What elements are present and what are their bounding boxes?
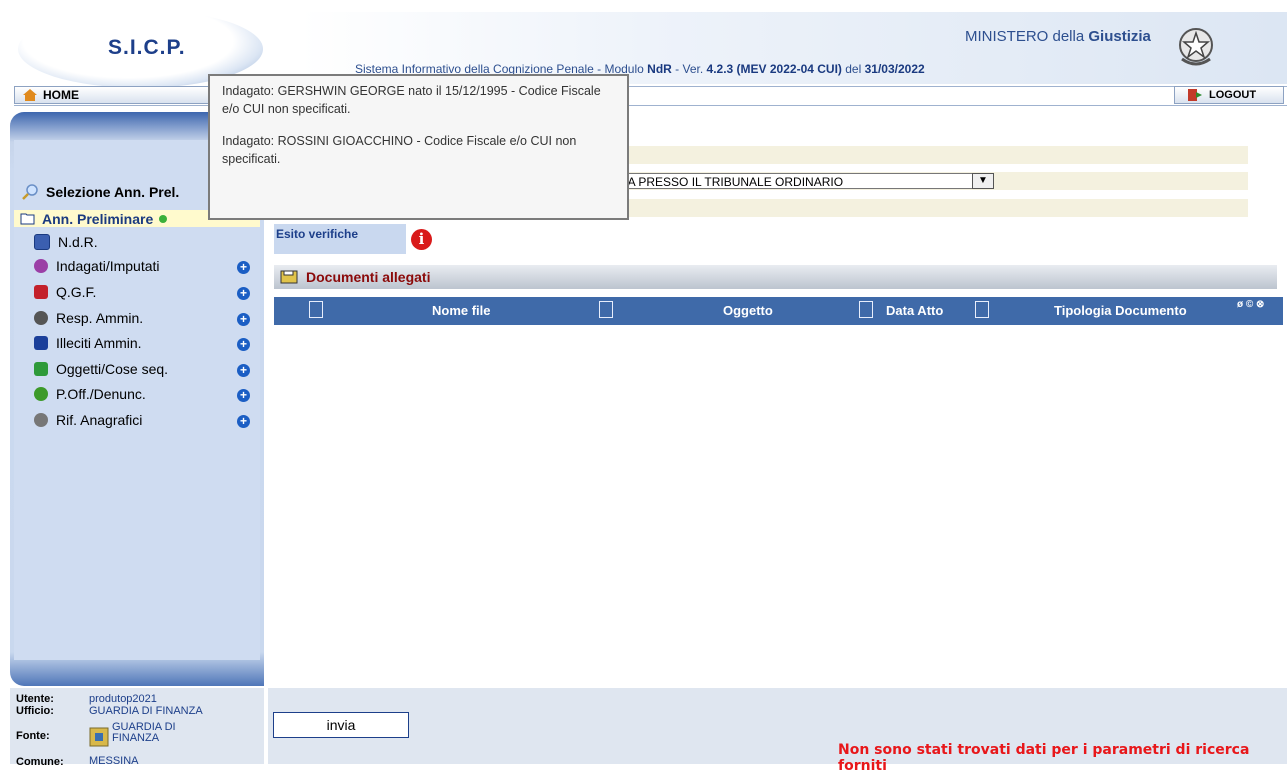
no-results-message: Non sono stati trovati dati per i parame… xyxy=(838,742,1250,774)
sidebar-item-label: Oggetti/Cose seq. xyxy=(56,361,169,377)
sidebar-item-label: Q.G.F. xyxy=(56,284,97,300)
person-icon xyxy=(34,311,48,325)
selection-header[interactable]: Selezione Ann. Prel. xyxy=(22,184,179,200)
warning-tooltip: Indagato: GERSHWIN GEORGE nato il 15/12/… xyxy=(208,74,629,220)
ndr-icon xyxy=(34,234,50,250)
sidebar-item-label: N.d.R. xyxy=(58,234,98,250)
add-illeciti-icon[interactable]: + xyxy=(237,338,250,351)
selection-label: Selezione Ann. Prel. xyxy=(46,184,180,200)
logout-icon xyxy=(1188,89,1202,101)
procura-select[interactable]: CA PRESSO IL TRIBUNALE ORDINARIO xyxy=(612,173,994,189)
illeciti-icon xyxy=(34,336,48,350)
version-prefix: - Ver. xyxy=(671,62,707,76)
gdf-crest-icon xyxy=(89,727,109,747)
sidebar-item-rif-anagrafici[interactable]: Rif. Anagrafici xyxy=(34,412,142,428)
col-data-atto[interactable]: Data Atto xyxy=(886,303,943,318)
fonte-label: Fonte: xyxy=(16,730,50,742)
add-rif-anagrafici-icon[interactable]: + xyxy=(237,415,250,428)
logout-button[interactable]: LOGOUT xyxy=(1174,86,1284,104)
sidebar-item-label: Rif. Anagrafici xyxy=(56,412,143,428)
ministry-prefix: MINISTERO della xyxy=(965,28,1089,45)
utente-value: produtop2021 xyxy=(89,693,157,705)
sidebar-item-ndr[interactable]: N.d.R. xyxy=(34,234,98,250)
sidebar-item-label: Illeciti Ammin. xyxy=(56,335,142,351)
sidebar-item-resp-ammin[interactable]: Resp. Ammin. xyxy=(34,310,143,326)
tooltip-line: Indagato: ROSSINI GIOACCHINO - Codice Fi… xyxy=(222,134,577,166)
user-info-panel: Utente: produtop2021 Ufficio: GUARDIA DI… xyxy=(10,688,264,768)
sidebar-item-indagati[interactable]: Indagati/Imputati xyxy=(34,258,160,274)
person-icon xyxy=(34,413,48,427)
magnifier-icon xyxy=(22,184,38,200)
table-corner-icons[interactable]: ø © ⊗ xyxy=(1237,299,1264,310)
utente-label: Utente: xyxy=(16,693,54,705)
release-date: 31/03/2022 xyxy=(864,62,925,76)
status-dot-icon xyxy=(159,214,168,223)
tooltip-line: Indagato: GERSHWIN GEORGE nato il 15/12/… xyxy=(222,84,601,116)
ufficio-label: Ufficio: xyxy=(16,705,54,717)
add-oggetti-icon[interactable]: + xyxy=(237,364,250,377)
sidebar-item-illeciti[interactable]: Illeciti Ammin. xyxy=(34,335,142,351)
documents-title: Documenti allegati xyxy=(306,269,431,285)
home-icon xyxy=(23,89,37,101)
documents-header: Documenti allegati xyxy=(274,265,1277,289)
floppy-icon xyxy=(280,270,298,284)
chevron-down-icon[interactable]: ▼ xyxy=(972,173,994,189)
sort-icon[interactable] xyxy=(859,301,873,318)
submit-button[interactable]: invia xyxy=(273,712,409,738)
sort-icon[interactable] xyxy=(975,301,989,318)
home-label: HOME xyxy=(43,88,79,102)
col-tipologia[interactable]: Tipologia Documento xyxy=(1054,303,1187,318)
home-button[interactable]: HOME xyxy=(14,86,214,104)
date-prefix: del xyxy=(841,62,865,76)
sidebar-item-oggetti[interactable]: Oggetti/Cose seq. xyxy=(34,361,168,377)
add-poff-icon[interactable]: + xyxy=(237,389,250,402)
add-indagati-icon[interactable]: + xyxy=(237,261,250,274)
col-oggetto[interactable]: Oggetto xyxy=(723,303,773,318)
esito-verifiche-label: Esito verifiche xyxy=(274,224,406,254)
procura-value: CA PRESSO IL TRIBUNALE ORDINARIO xyxy=(619,175,844,189)
logo-text: S.I.C.P. xyxy=(108,36,186,59)
sort-icon[interactable] xyxy=(599,301,613,318)
sidebar-active-label: Ann. Preliminare xyxy=(42,210,154,227)
ministry-label: MINISTERO della Giustizia xyxy=(965,28,1151,45)
comune-label: Comune: xyxy=(16,756,64,768)
add-resp-ammin-icon[interactable]: + xyxy=(237,313,250,326)
col-nome-file[interactable]: Nome file xyxy=(432,303,491,318)
ufficio-value: GUARDIA DI FINANZA xyxy=(89,705,203,717)
info-alert-icon[interactable]: i xyxy=(411,229,432,250)
person-icon xyxy=(34,259,48,273)
person-icon xyxy=(34,387,48,401)
ministry-bold: Giustizia xyxy=(1088,28,1151,45)
box-icon xyxy=(34,362,48,376)
module-name: NdR xyxy=(647,62,672,76)
sidebar-item-qgf[interactable]: Q.G.F. xyxy=(34,284,96,300)
sidebar-item-label: Indagati/Imputati xyxy=(56,258,160,274)
republic-emblem-icon xyxy=(1179,28,1213,66)
logout-label: LOGOUT xyxy=(1209,89,1257,101)
sidebar-item-label: P.Off./Denunc. xyxy=(56,386,146,402)
sort-icon[interactable] xyxy=(309,301,323,318)
documents-table-header: Nome file Oggetto Data Atto Tipologia Do… xyxy=(274,297,1283,325)
folder-open-icon xyxy=(20,213,35,225)
sidebar-item-label: Resp. Ammin. xyxy=(56,310,144,326)
sidebar-item-poff[interactable]: P.Off./Denunc. xyxy=(34,386,146,402)
qgf-icon xyxy=(34,285,48,299)
fonte-value-2: FINANZA xyxy=(112,732,160,744)
add-qgf-icon[interactable]: + xyxy=(237,287,250,300)
comune-value: MESSINA xyxy=(89,755,139,767)
version: 4.2.3 (MEV 2022-04 CUI) xyxy=(706,62,842,76)
